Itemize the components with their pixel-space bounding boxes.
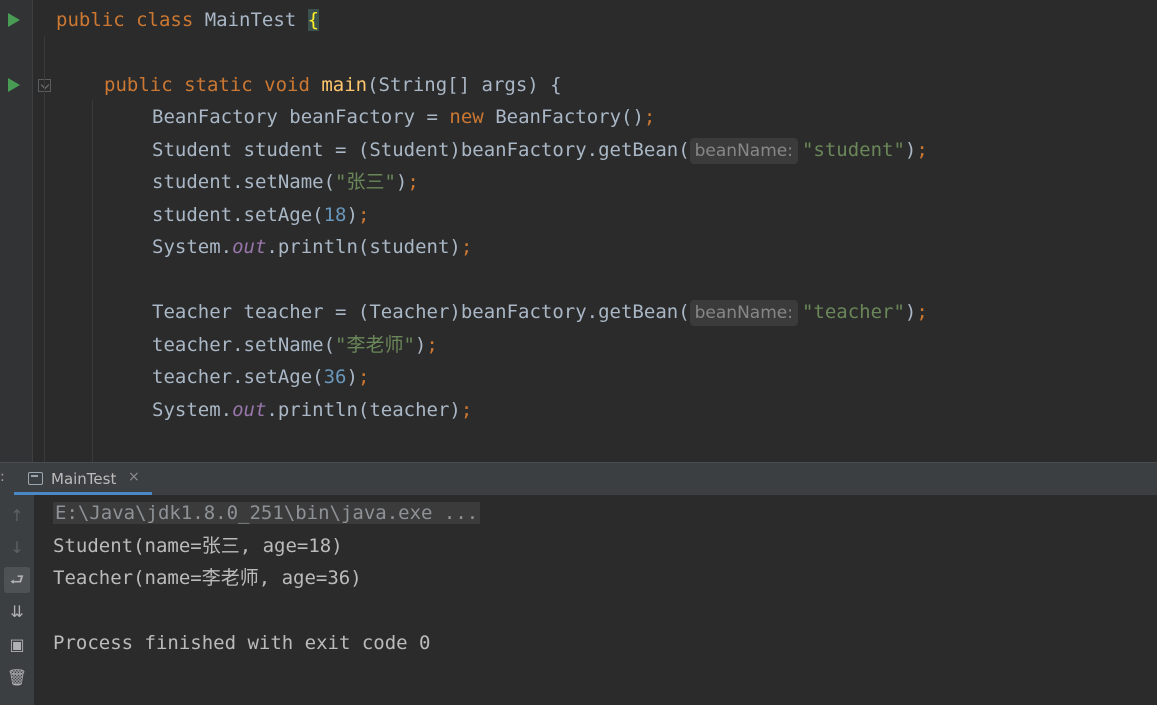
static-field: out xyxy=(232,399,267,421)
string-literal: "student" xyxy=(801,139,905,161)
panel-title-marker: : xyxy=(0,469,5,485)
code-text: System. xyxy=(152,236,233,258)
params: (String[] args) { xyxy=(367,74,562,96)
console-exit-line: Process finished with exit code 0 xyxy=(53,632,431,654)
code-editor[interactable]: public class MainTest { public static vo… xyxy=(0,0,1157,462)
number-literal: 18 xyxy=(323,204,347,226)
code-text: student.setAge( xyxy=(152,204,324,226)
indent-guide xyxy=(92,100,93,462)
parameter-hint: beanName: xyxy=(689,138,798,164)
semicolon: ; xyxy=(357,366,370,388)
code-line: System.out.println(teacher); xyxy=(152,395,472,425)
matched-brace: { xyxy=(307,9,320,31)
code-text: Teacher teacher = (Teacher)beanFactory.g… xyxy=(152,301,690,323)
semicolon: ; xyxy=(460,399,473,421)
console-toolbar: ↑ ↓ ⮐ ⇊ ▣ 🗑 xyxy=(0,495,34,705)
run-config-icon xyxy=(28,472,43,485)
print-icon[interactable]: ▣ xyxy=(4,632,30,658)
code-line-main-decl: public static void main(String[] args) { xyxy=(104,70,562,100)
code-text: ) xyxy=(414,334,427,356)
close-icon[interactable]: × xyxy=(128,469,140,485)
keyword: new xyxy=(449,106,496,128)
code-text: student.setName( xyxy=(152,171,336,193)
code-line: BeanFactory beanFactory = new BeanFactor… xyxy=(152,102,655,132)
semicolon: ; xyxy=(916,301,928,323)
semicolon: ; xyxy=(460,236,473,258)
semicolon: ; xyxy=(357,204,370,226)
code-text: ) xyxy=(395,171,408,193)
scroll-to-end-icon[interactable]: ⇊ xyxy=(4,599,30,625)
class-name: MainTest xyxy=(204,9,308,31)
code-text: Student student = (Student)beanFactory.g… xyxy=(152,139,690,161)
code-text: ) xyxy=(904,139,917,161)
string-literal: "张三" xyxy=(335,171,396,193)
parameter-hint: beanName: xyxy=(689,300,798,326)
semicolon: ; xyxy=(426,334,438,356)
code-line-class-decl: public class MainTest { xyxy=(56,5,320,35)
arrow-down-icon[interactable]: ↓ xyxy=(4,535,30,561)
keyword: public static void xyxy=(104,74,322,96)
arrow-up-icon[interactable]: ↑ xyxy=(4,503,30,529)
run-tool-window: : MainTest × ↑ ↓ ⮐ ⇊ ▣ 🗑 E:\Java\jdk1.8.… xyxy=(0,462,1157,705)
code-line: Teacher teacher = (Teacher)beanFactory.g… xyxy=(152,297,928,327)
tab-label: MainTest xyxy=(51,470,117,488)
static-field: out xyxy=(232,236,267,258)
code-line: System.out.println(student); xyxy=(152,232,472,262)
code-text: BeanFactory beanFactory = xyxy=(152,106,450,128)
editor-gutter xyxy=(0,0,32,462)
code-line: teacher.setAge(36); xyxy=(152,362,369,392)
code-text: teacher.setAge( xyxy=(152,366,324,388)
code-text: .println(teacher) xyxy=(266,399,461,421)
gutter-divider xyxy=(32,0,33,462)
run-tab-strip: : MainTest × xyxy=(0,462,1157,495)
java-command[interactable]: E:\Java\jdk1.8.0_251\bin\java.exe ... xyxy=(53,502,481,524)
string-literal: "李老师" xyxy=(335,334,415,356)
console-command-line: E:\Java\jdk1.8.0_251\bin\java.exe ... xyxy=(53,497,481,529)
code-text: ) xyxy=(346,204,358,226)
code-text: teacher.setName( xyxy=(152,334,336,356)
semicolon: ; xyxy=(916,139,928,161)
number-literal: 36 xyxy=(323,366,347,388)
semicolon: ; xyxy=(407,171,419,193)
code-line: student.setAge(18); xyxy=(152,200,369,230)
code-line: Student student = (Student)beanFactory.g… xyxy=(152,135,928,165)
code-text: System. xyxy=(152,399,233,421)
code-text: ) xyxy=(346,366,358,388)
console-output-line: Teacher(name=李老师, age=36) xyxy=(53,567,362,589)
code-line: student.setName("张三"); xyxy=(152,167,419,197)
run-main-icon[interactable] xyxy=(8,78,20,92)
code-text: ) xyxy=(904,301,917,323)
keyword: public class xyxy=(56,9,205,31)
string-literal: "teacher" xyxy=(801,301,905,323)
tab-maintest[interactable]: MainTest × xyxy=(14,463,152,495)
code-line: teacher.setName("李老师"); xyxy=(152,330,438,360)
code-text: BeanFactory() xyxy=(495,106,644,128)
run-class-icon[interactable] xyxy=(8,13,20,27)
code-text: .println(student) xyxy=(266,236,461,258)
trash-icon[interactable]: 🗑 xyxy=(4,665,30,691)
indent-guide xyxy=(44,36,45,462)
soft-wrap-icon[interactable]: ⮐ xyxy=(4,567,30,593)
method-name: main xyxy=(321,74,368,96)
active-tab-indicator xyxy=(14,492,152,495)
semicolon: ; xyxy=(643,106,656,128)
console-output-line: Student(name=张三, age=18) xyxy=(53,535,343,557)
